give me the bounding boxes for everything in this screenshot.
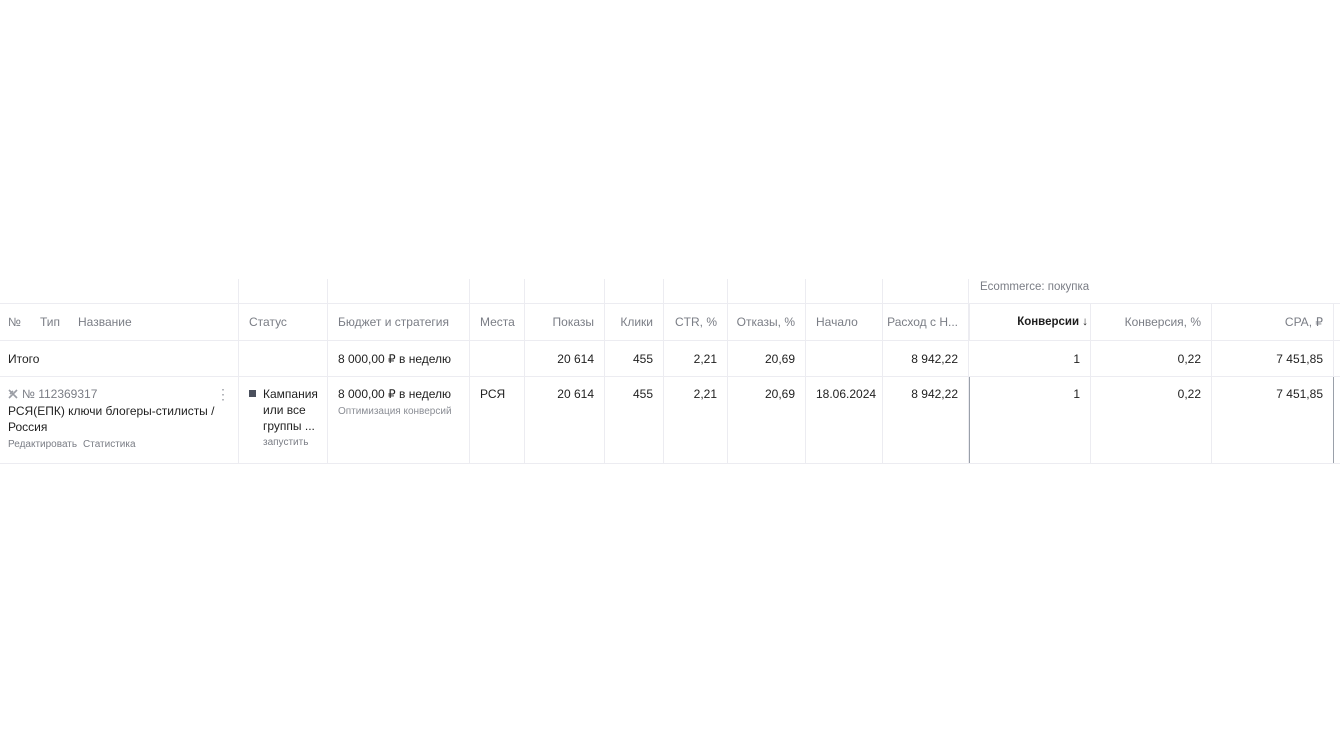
- totals-ctr: 2,21: [693, 352, 717, 366]
- col-places[interactable]: Места: [480, 314, 515, 330]
- start-campaign-link[interactable]: запустить: [263, 435, 308, 451]
- status-line1: Кампания: [263, 387, 318, 401]
- col-name[interactable]: Название: [78, 314, 132, 330]
- col-status[interactable]: Статус: [249, 314, 287, 330]
- campaign-strategy[interactable]: Оптимизация конверсий: [338, 404, 452, 420]
- more-menu-icon[interactable]: ⋮: [216, 386, 230, 402]
- col-start[interactable]: Начало: [816, 314, 858, 330]
- campaign-budget[interactable]: 8 000,00 ₽ в неделю: [338, 386, 451, 402]
- col-budget[interactable]: Бюджет и стратегия: [338, 314, 449, 330]
- ecommerce-group-header: Ecommerce: покупка: [980, 281, 1090, 293]
- campaign-name-line2[interactable]: Россия: [8, 419, 47, 435]
- totals-row: Итого 8 000,00 ₽ в неделю 20 614 455 2,2…: [0, 340, 1340, 377]
- campaign-id[interactable]: № 112369317: [22, 386, 97, 402]
- col-cpa[interactable]: CPA, ₽: [1285, 314, 1323, 330]
- col-spend[interactable]: Расход с Н...: [887, 314, 958, 330]
- col-type[interactable]: Тип: [40, 314, 60, 330]
- col-impressions[interactable]: Показы: [553, 314, 594, 330]
- table-header-row: № Тип Название Статус Бюджет и стратегия…: [0, 303, 1340, 341]
- totals-clicks: 455: [632, 352, 653, 366]
- campaign-conversion-rate: 0,22: [1177, 387, 1201, 401]
- status-line2: или все: [263, 403, 306, 417]
- campaign-bounces: 20,69: [764, 387, 795, 401]
- totals-conversion-rate: 0,22: [1177, 352, 1201, 366]
- stats-link[interactable]: Статистика: [83, 437, 136, 453]
- totals-cpa: 7 451,85: [1276, 352, 1323, 366]
- campaign-places: РСЯ: [480, 387, 506, 401]
- group-header-row: Ecommerce: покупка: [0, 279, 1340, 303]
- campaign-type-icon: [8, 386, 18, 402]
- status-line3: группы ...: [263, 419, 315, 433]
- col-num[interactable]: №: [8, 314, 21, 330]
- table-row[interactable]: № 112369317 ⋮ РСЯ(ЕПК) ключи блогеры-сти…: [0, 376, 1340, 464]
- campaign-name-line1[interactable]: РСЯ(ЕПК) ключи блогеры-стилисты /: [8, 403, 214, 419]
- edit-link[interactable]: Редактировать: [8, 437, 77, 453]
- totals-label: Итого: [8, 352, 40, 366]
- col-ctr[interactable]: CTR, %: [675, 314, 717, 330]
- totals-budget: 8 000,00 ₽ в неделю: [338, 352, 452, 366]
- col-conversions[interactable]: Конверсии ↓: [1017, 314, 1088, 330]
- campaign-conversions: 1: [1073, 387, 1080, 401]
- col-clicks[interactable]: Клики: [620, 314, 653, 330]
- col-conversion-rate[interactable]: Конверсия, %: [1125, 314, 1201, 330]
- col-bounces[interactable]: Отказы, %: [737, 314, 795, 330]
- campaign-impressions: 20 614: [557, 387, 594, 401]
- totals-conversions: 1: [1073, 352, 1080, 366]
- campaign-ctr: 2,21: [693, 387, 717, 401]
- campaign-start-date: 18.06.2024: [816, 387, 877, 401]
- totals-spend: 8 942,22: [911, 352, 958, 366]
- campaign-clicks: 455: [632, 387, 653, 401]
- totals-bounces: 20,69: [764, 352, 795, 366]
- campaign-spend: 8 942,22: [911, 387, 958, 401]
- status-square-icon: [249, 386, 262, 402]
- totals-impressions: 20 614: [557, 352, 594, 366]
- campaign-cpa: 7 451,85: [1276, 387, 1323, 401]
